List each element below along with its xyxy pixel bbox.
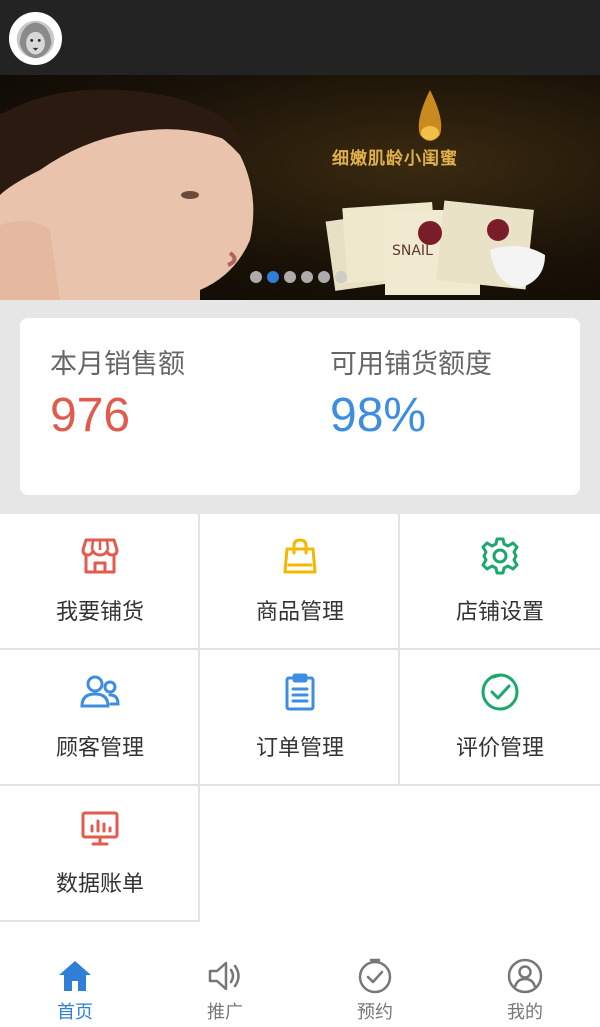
menu-item-data-billing[interactable]: 数据账单 — [0, 786, 200, 922]
home-icon — [57, 958, 93, 994]
banner-caption: 细嫩肌龄小闺蜜 — [332, 149, 458, 169]
menu-item-label: 我要铺货 — [55, 599, 144, 624]
carousel-dot[interactable] — [284, 271, 296, 283]
monthly-sales-value: 976 — [50, 389, 131, 443]
nav-label: 我的 — [507, 1002, 543, 1022]
menu-item-label: 数据账单 — [55, 871, 144, 896]
menu-item-stock-goods[interactable]: 我要铺货 — [0, 514, 200, 650]
chart-monitor-icon — [80, 808, 120, 848]
menu-item-product-management[interactable]: 商品管理 — [200, 514, 400, 650]
nav-label: 预约 — [357, 1002, 393, 1022]
function-menu-grid: 我要铺货 商品管理 店铺设置 顾客管理 订单管理 评价管理 数据账单 — [0, 514, 600, 922]
carousel-indicators — [250, 271, 347, 283]
lion-avatar-icon[interactable] — [9, 12, 62, 65]
svg-text:SNAIL: SNAIL — [392, 243, 433, 259]
speaker-icon — [207, 958, 243, 994]
carousel-dot[interactable] — [318, 271, 330, 283]
carousel-dot[interactable] — [250, 271, 262, 283]
clipboard-icon — [280, 672, 320, 712]
carousel-dot[interactable] — [301, 271, 313, 283]
bottom-navigation: 首页 推广 预约 我的 — [0, 952, 600, 1027]
monthly-sales-label: 本月销售额 — [50, 349, 185, 379]
profile-icon — [507, 958, 543, 994]
nav-tab-appointment[interactable]: 预约 — [300, 958, 450, 1027]
menu-item-order-management[interactable]: 订单管理 — [200, 650, 400, 786]
nav-tab-promotion[interactable]: 推广 — [150, 958, 300, 1027]
available-quota-label: 可用铺货额度 — [330, 349, 492, 379]
nav-label: 首页 — [57, 1002, 93, 1022]
banner-image: SNAIL — [0, 89, 545, 300]
menu-item-label: 顾客管理 — [55, 735, 144, 760]
check-circle-icon — [480, 672, 520, 712]
nav-tab-home[interactable]: 首页 — [0, 958, 150, 1027]
stats-card: 本月销售额 976 可用铺货额度 98% — [20, 318, 580, 495]
promo-banner[interactable]: SNAIL 细嫩肌龄小闺蜜 — [0, 75, 600, 300]
top-bar — [0, 0, 600, 75]
gear-icon — [480, 536, 520, 576]
available-quota-value: 98% — [330, 389, 427, 443]
menu-item-review-management[interactable]: 评价管理 — [400, 650, 600, 786]
carousel-dot-active[interactable] — [267, 271, 279, 283]
nav-label: 推广 — [207, 1002, 243, 1022]
menu-item-label: 订单管理 — [255, 735, 344, 760]
carousel-dot[interactable] — [335, 271, 347, 283]
menu-item-store-settings[interactable]: 店铺设置 — [400, 514, 600, 650]
nav-tab-profile[interactable]: 我的 — [450, 958, 600, 1027]
menu-item-label: 商品管理 — [255, 599, 344, 624]
storefront-icon — [80, 536, 120, 576]
menu-item-label: 店铺设置 — [455, 599, 544, 624]
monthly-sales-stat: 本月销售额 976 — [50, 348, 185, 444]
available-quota-stat: 可用铺货额度 98% — [330, 348, 492, 444]
clock-check-icon — [357, 958, 393, 994]
users-icon — [80, 672, 120, 712]
menu-item-label: 评价管理 — [455, 735, 544, 760]
shopping-bag-icon — [280, 536, 320, 576]
menu-item-customer-management[interactable]: 顾客管理 — [0, 650, 200, 786]
